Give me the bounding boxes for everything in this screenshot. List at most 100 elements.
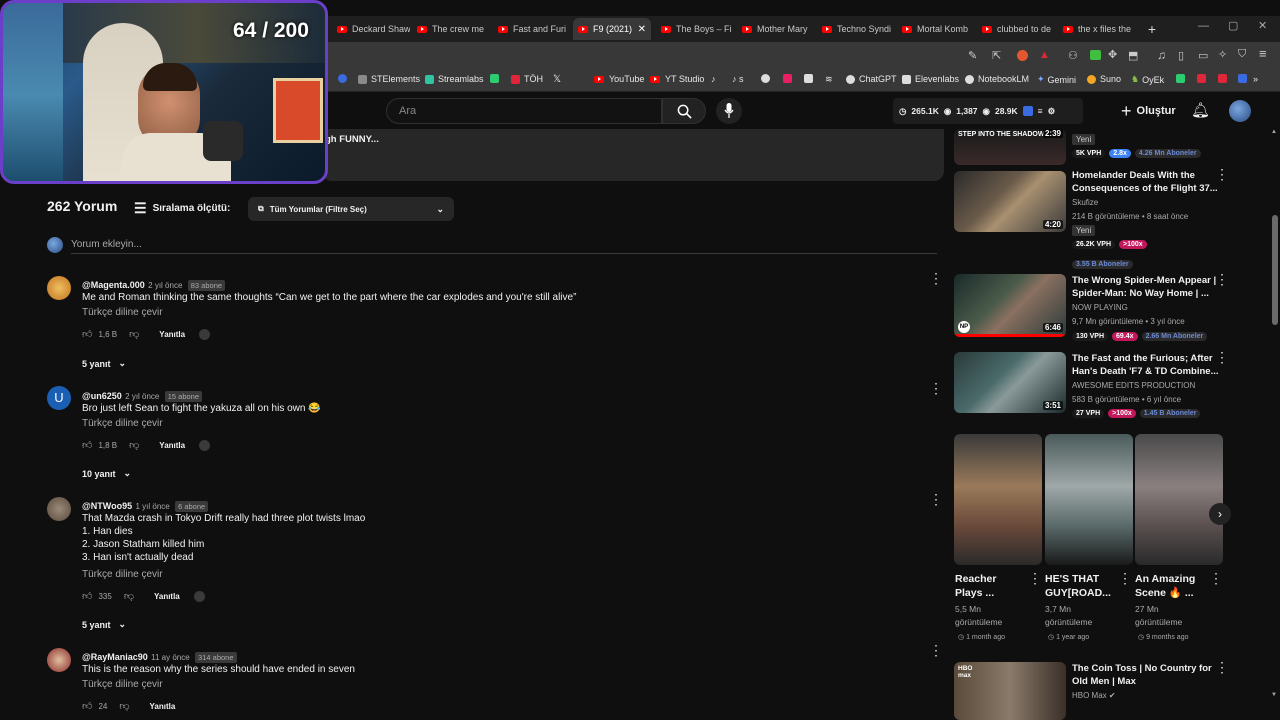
bookmark-oyek[interactable]: ♞ OyEk [1131, 74, 1164, 85]
comment-author[interactable]: @NTWoo95 [82, 501, 132, 511]
bookmark-yt-studio[interactable]: YT Studio [650, 74, 704, 84]
comment-avatar[interactable] [47, 497, 71, 521]
channel-name[interactable]: NOW PLAYING [1072, 303, 1128, 312]
video-title[interactable]: The Coin Toss | No Country for Old Men | … [1072, 662, 1212, 688]
video-menu-icon[interactable]: ⋮ [1215, 660, 1229, 674]
bookmark-icon[interactable] [338, 74, 351, 83]
settings-icon[interactable]: ⚙ [1048, 106, 1056, 117]
bookmark-icon[interactable] [1176, 74, 1189, 83]
video-thumbnail[interactable]: HBO max [954, 662, 1066, 720]
account-avatar[interactable] [1229, 100, 1251, 122]
bookmark-icon[interactable] [1197, 74, 1210, 83]
browser-tab[interactable]: Mortal Komb [897, 18, 975, 40]
replies-toggle[interactable]: 5 yanıt ⌄ [82, 619, 126, 630]
bookmark-icon[interactable] [783, 74, 796, 83]
comment-filter-dropdown[interactable]: ⧉ Tüm Yorumlar (Filtre Seç) ⌄ [248, 197, 454, 221]
bookmark-icon[interactable] [490, 74, 503, 83]
reply-button[interactable]: Yanıtla [150, 702, 176, 711]
translate-link[interactable]: Türkçe diline çevir [82, 569, 163, 580]
brave-shield-icon[interactable] [1017, 50, 1028, 61]
close-window-icon[interactable]: ✕ [1258, 19, 1267, 32]
short-thumbnail[interactable] [954, 434, 1042, 565]
bookmark-icon[interactable] [761, 74, 774, 83]
rewards-icon[interactable]: ▲ [1039, 49, 1050, 61]
video-thumbnail[interactable]: NP 6:46 [954, 274, 1066, 337]
voice-search-button[interactable] [716, 98, 742, 124]
comment-avatar[interactable] [47, 276, 71, 300]
comment-time[interactable]: 2 yıl önce [125, 392, 159, 401]
comment-menu-icon[interactable]: ⋮ [929, 643, 943, 657]
bookmark-icon[interactable] [1238, 74, 1251, 83]
browser-tab[interactable]: The crew me [412, 18, 490, 40]
short-thumbnail[interactable] [1045, 434, 1133, 565]
bookmark-streamlabs[interactable]: Streamlabs [425, 74, 484, 84]
comment-menu-icon[interactable]: ⋮ [929, 381, 943, 395]
browser-tab[interactable]: Mother Mary [737, 18, 815, 40]
extension-icon[interactable] [1090, 50, 1101, 60]
download-icon[interactable]: ⬒ [1128, 49, 1138, 62]
video-menu-icon[interactable]: ⋮ [1215, 167, 1229, 181]
translate-link[interactable]: Türkçe diline çevir [82, 307, 163, 318]
reply-button[interactable]: Yanıtla [159, 330, 185, 339]
scroll-down-icon[interactable]: ▼ [1271, 692, 1277, 698]
short-menu-icon[interactable]: ⋮ [1118, 571, 1132, 585]
list-icon[interactable]: ≡ [1038, 106, 1043, 116]
short-menu-icon[interactable]: ⋮ [1209, 571, 1223, 585]
bookmark-elevenlabs[interactable]: Elevenlabs [902, 74, 959, 84]
scrollbar-track[interactable]: ▲ ▼ [1270, 129, 1280, 720]
sort-button[interactable]: ☰ Sıralama ölçütü: [134, 200, 230, 217]
notifications-bell-icon[interactable]: 🔔︎ [1191, 101, 1210, 119]
video-title[interactable]: The Wrong Spider-Men Appear | Spider-Man:… [1072, 274, 1216, 300]
minimize-icon[interactable]: — [1198, 20, 1209, 32]
bookmark-chatgpt[interactable]: ChatGPT [846, 74, 897, 84]
comment-time[interactable]: 1 yıl önce [135, 502, 169, 511]
browser-tab[interactable]: Techno Syndi [817, 18, 895, 40]
dislike-icon[interactable]: 👎︎ [119, 700, 129, 712]
create-button[interactable]: + Oluştur [1113, 98, 1179, 124]
dislike-icon[interactable]: 👎︎ [129, 328, 139, 340]
reply-button[interactable]: Yanıtla [159, 441, 185, 450]
search-button[interactable] [662, 98, 706, 124]
heart-icon[interactable] [199, 328, 211, 340]
browser-tab[interactable]: Deckard Shaw [332, 18, 410, 40]
edit-icon[interactable]: ✎ [968, 49, 977, 62]
dislike-icon[interactable]: 👎︎ [124, 590, 134, 602]
search-input[interactable]: Ara [386, 98, 662, 124]
channel-name[interactable]: AWESOME EDITS PRODUCTION [1072, 381, 1195, 390]
video-menu-icon[interactable]: ⋮ [1215, 350, 1229, 364]
comment-menu-icon[interactable]: ⋮ [929, 492, 943, 506]
scroll-up-icon[interactable]: ▲ [1271, 129, 1277, 135]
browser-tab[interactable]: clubbed to de [977, 18, 1055, 40]
tiktok-icon[interactable]: ♪ [711, 74, 716, 84]
video-menu-icon[interactable]: ⋮ [1215, 272, 1229, 286]
puzzle-icon[interactable]: ✥ [1108, 48, 1117, 61]
heart-icon[interactable] [193, 590, 205, 602]
video-title[interactable]: Homelander Deals With the Consequences of… [1072, 169, 1218, 195]
bookmark-icon[interactable] [1218, 74, 1231, 83]
like-icon[interactable]: 👍︎ [82, 439, 92, 451]
add-comment-input[interactable]: Yorum ekleyin... [71, 239, 142, 250]
comment-avatar[interactable]: U [47, 386, 71, 410]
replies-toggle[interactable]: 10 yanıt ⌄ [82, 468, 131, 479]
reply-button[interactable]: Yanıtla [154, 592, 180, 601]
browser-tab[interactable]: the x files the [1058, 18, 1136, 40]
scrollbar-thumb[interactable] [1272, 215, 1278, 325]
comment-author[interactable]: @un6250 [82, 391, 122, 401]
like-icon[interactable]: 👍︎ [82, 590, 92, 602]
menu-icon[interactable]: ≡ [1259, 46, 1267, 61]
tiktok-icon[interactable]: ♪ s [732, 74, 744, 84]
short-thumbnail[interactable] [1135, 434, 1223, 565]
like-icon[interactable]: 👍︎ [82, 328, 92, 340]
browser-tab[interactable]: The Boys – Fi [656, 18, 734, 40]
short-menu-icon[interactable]: ⋮ [1028, 571, 1042, 585]
more-bookmarks-icon[interactable]: » [1253, 74, 1258, 84]
comment-time[interactable]: 11 ay önce [151, 653, 190, 662]
share-icon[interactable]: ⇱ [992, 49, 1001, 62]
heart-icon[interactable] [199, 439, 211, 451]
x-icon[interactable]: 𝕏 [553, 74, 561, 85]
video-thumbnail[interactable]: 4:20 [954, 171, 1066, 232]
bookmark-notebooklm[interactable]: NotebookLM [965, 74, 1029, 84]
bookmark-gemini[interactable]: ✦ Gemini [1037, 74, 1076, 85]
video-description-box[interactable]: gh FUNNY... [322, 129, 944, 181]
translate-link[interactable]: Türkçe diline çevir [82, 679, 163, 690]
